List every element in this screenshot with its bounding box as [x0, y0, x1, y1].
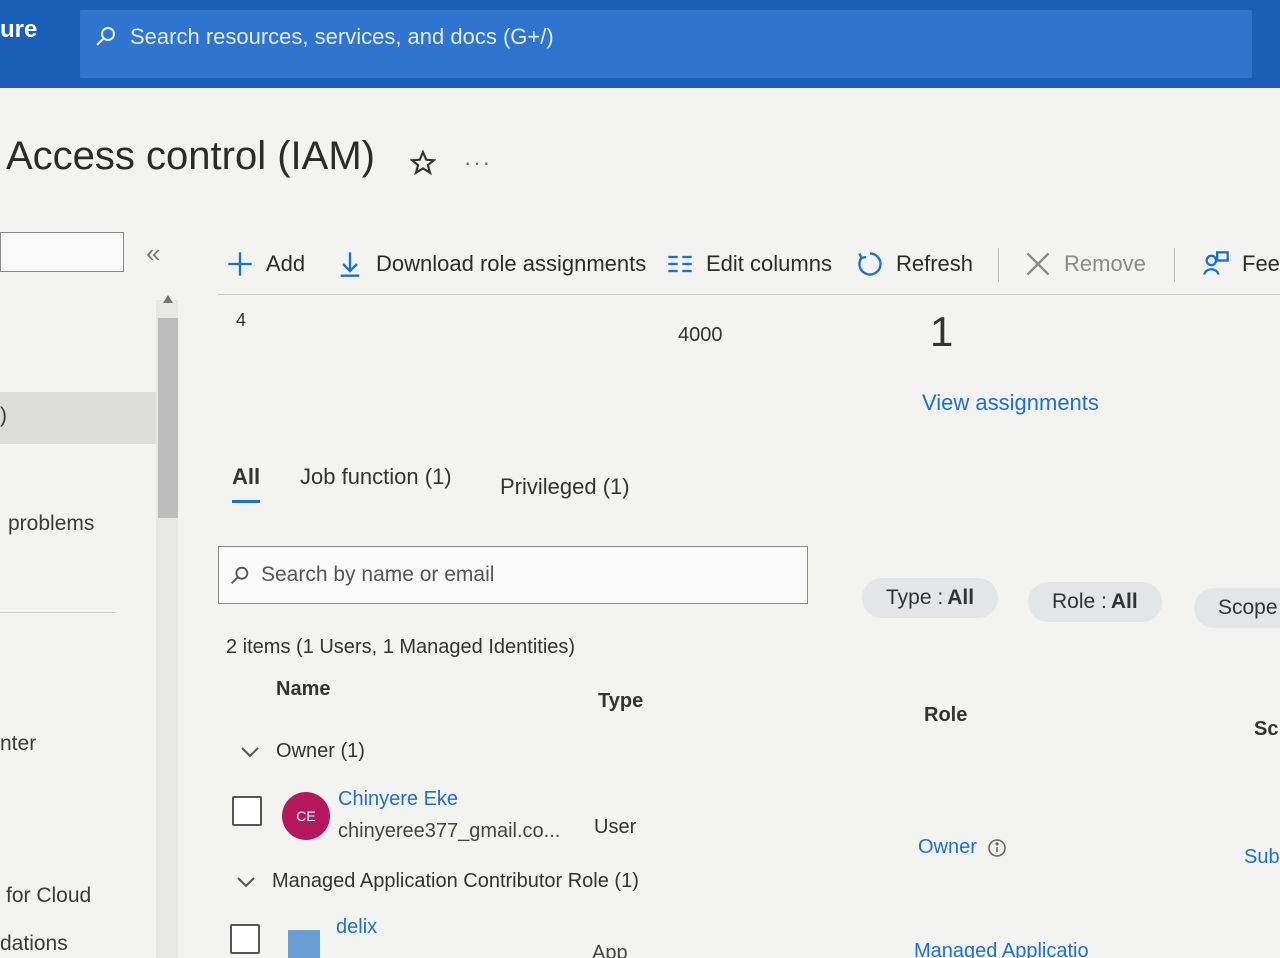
- sidebar-item-selected-label: ): [0, 404, 7, 427]
- role-owner-link[interactable]: Owner: [918, 836, 1007, 859]
- scope-filter-label: Scope: [1218, 596, 1278, 619]
- search-by-name-field[interactable]: [218, 546, 808, 604]
- add-button[interactable]: Add: [226, 240, 305, 288]
- stat-value: 4000: [678, 324, 723, 346]
- brand-label[interactable]: ure: [0, 16, 37, 44]
- add-button-label: Add: [266, 251, 306, 276]
- command-bar: Add Download role assignments Edit colum…: [226, 240, 1280, 290]
- tab-privileged[interactable]: Privileged (1): [500, 474, 630, 500]
- group-label: Owner (1): [276, 740, 365, 762]
- global-search-placeholder: Search resources, services, and docs (G+…: [130, 24, 554, 49]
- items-summary: 2 items (1 Users, 1 Managed Identities): [226, 636, 576, 658]
- stat-value: 4: [236, 310, 247, 330]
- row-checkbox[interactable]: [232, 796, 262, 826]
- search-icon: [96, 27, 115, 46]
- group-header-managed-application[interactable]: Managed Application Contributor Role (1): [236, 870, 639, 893]
- edit-columns-button[interactable]: Edit columns: [666, 240, 832, 288]
- info-icon[interactable]: [987, 838, 1007, 858]
- more-options-icon[interactable]: ···: [464, 150, 492, 176]
- scroll-up-icon[interactable]: [162, 294, 174, 304]
- column-header-role[interactable]: Role: [924, 704, 967, 727]
- toolbar-separator: [998, 248, 999, 282]
- remove-label: Remove: [1064, 251, 1146, 276]
- sidebar-search-input[interactable]: [0, 232, 124, 272]
- group-header-owner[interactable]: Owner (1): [240, 740, 365, 763]
- row-checkbox[interactable]: [230, 924, 260, 954]
- managed-app-icon: [288, 930, 320, 958]
- sidebar-item-recommendations[interactable]: dations: [0, 932, 68, 956]
- stat-value: 1: [930, 308, 954, 355]
- tab-all[interactable]: All: [232, 464, 260, 490]
- collapse-sidebar-icon[interactable]: «: [146, 238, 160, 269]
- user-email: chinyeree377_gmail.co...: [338, 820, 561, 842]
- sidebar-item-center[interactable]: nter: [0, 732, 36, 756]
- remove-button[interactable]: Remove: [1024, 240, 1146, 288]
- sidebar-scroll-thumb[interactable]: [158, 318, 178, 518]
- refresh-button[interactable]: Refresh: [856, 240, 973, 288]
- row-type: App: [592, 942, 628, 958]
- tab-all-underline: [232, 500, 260, 503]
- role-filter-pill[interactable]: Role : All: [1028, 582, 1162, 622]
- role-filter-label: Role :: [1052, 590, 1107, 613]
- type-filter-pill[interactable]: Type : All: [862, 578, 999, 618]
- plus-icon: [228, 252, 252, 276]
- toolbar-divider: [218, 294, 1280, 295]
- feedback-label: Fee: [1242, 251, 1280, 276]
- edit-columns-label: Edit columns: [706, 251, 832, 276]
- scope-filter-pill[interactable]: Scope: [1194, 588, 1280, 628]
- download-icon: [340, 252, 360, 277]
- top-bar: ure Search resources, services, and docs…: [0, 0, 1280, 88]
- star-icon[interactable]: [410, 150, 436, 176]
- download-button-label: Download role assignments: [376, 251, 647, 276]
- role-link[interactable]: Managed Applicatio: [914, 940, 1089, 958]
- role-owner-label: Owner: [918, 836, 977, 858]
- row-scope[interactable]: Sub: [1244, 846, 1280, 869]
- column-header-type[interactable]: Type: [598, 690, 643, 713]
- sidebar-item-selected[interactable]: [0, 392, 156, 444]
- feedback-icon: [1203, 251, 1229, 275]
- refresh-icon: [858, 252, 882, 276]
- sidebar-item-problems[interactable]: problems: [8, 512, 94, 536]
- sidebar-item-for-cloud[interactable]: for Cloud: [6, 884, 91, 908]
- column-header-scope[interactable]: Sc: [1254, 718, 1278, 741]
- avatar: CE: [282, 792, 330, 840]
- row-type: User: [594, 816, 637, 838]
- search-by-name-input[interactable]: [261, 563, 781, 587]
- group-label: Managed Application Contributor Role (1): [272, 870, 639, 892]
- user-name-link[interactable]: Chinyere Eke: [338, 788, 458, 811]
- columns-icon: [668, 255, 692, 273]
- type-filter-label: Type :: [886, 586, 944, 609]
- download-role-assignments-button[interactable]: Download role assignments: [336, 240, 646, 288]
- app-name-link[interactable]: delix: [336, 916, 377, 939]
- view-assignments-link[interactable]: View assignments: [922, 390, 1099, 416]
- chevron-down-icon: [237, 876, 255, 887]
- role-filter-value: All: [1110, 590, 1138, 613]
- chevron-down-icon: [241, 746, 259, 757]
- feedback-button[interactable]: Fee: [1202, 240, 1280, 288]
- sidebar-divider: [0, 612, 116, 613]
- global-search[interactable]: Search resources, services, and docs (G+…: [80, 10, 1252, 78]
- toolbar-separator: [1174, 248, 1175, 282]
- search-icon: [231, 566, 249, 584]
- tab-job-function[interactable]: Job function (1): [300, 464, 452, 490]
- type-filter-value: All: [947, 586, 975, 609]
- column-header-name[interactable]: Name: [276, 678, 330, 701]
- close-icon: [1026, 252, 1050, 276]
- page-title: Access control (IAM): [6, 134, 375, 178]
- refresh-label: Refresh: [896, 251, 974, 276]
